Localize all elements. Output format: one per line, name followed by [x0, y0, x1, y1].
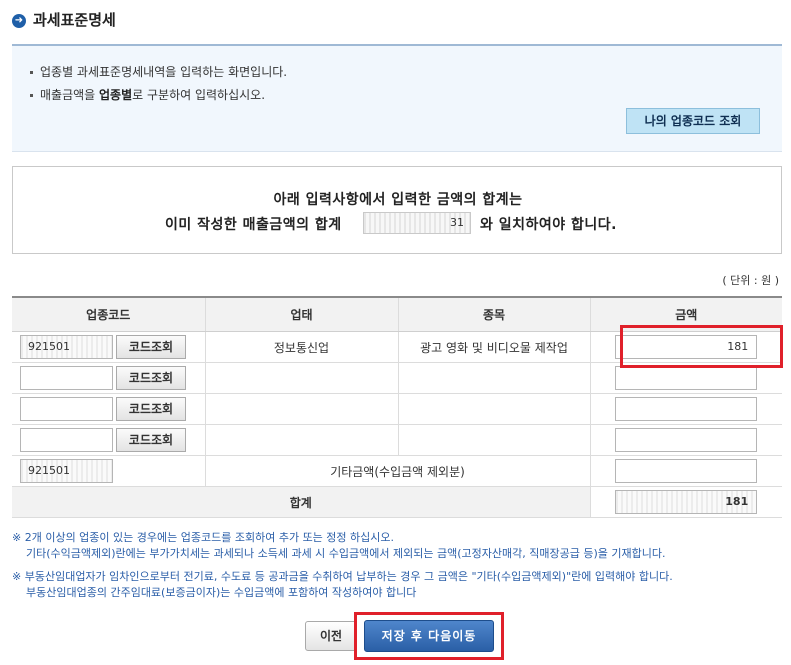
other-amount-row: 921501 기타금액(수입금액 제외분) [12, 455, 782, 487]
item-cell [397, 393, 590, 425]
code-lookup-button[interactable]: 코드조회 [116, 366, 186, 390]
amount-input[interactable] [615, 428, 758, 452]
table-row: 코드조회 [12, 393, 782, 425]
code-lookup-button[interactable]: 코드조회 [116, 428, 186, 452]
save-button-highlight-box [354, 612, 504, 660]
code-cell: 921501 [12, 455, 205, 487]
amount-cell: 181 [589, 486, 782, 518]
note-1-line-1: ※ 2개 이상의 업종이 있는 경우에는 업종코드를 조회하여 추가 또는 정정… [12, 531, 395, 544]
total-row: 합계 181 [12, 486, 782, 518]
other-amount-label: 기타금액(수입금액 제외분) [204, 455, 590, 487]
total-amount-field: 181 [615, 490, 758, 514]
amount-cell [589, 424, 782, 456]
amount-input[interactable] [615, 366, 758, 390]
header-item: 종목 [397, 297, 590, 332]
note-2-line-1: ※ 부동산임대업자가 임차인으로부터 전기료, 수도료 등 공과금을 수취하여 … [12, 570, 673, 583]
code-lookup-button[interactable]: 코드조회 [116, 397, 186, 421]
info-line-1: 업종별 과세표준명세내역을 입력하는 화면입니다. [30, 64, 287, 80]
item-cell [397, 362, 590, 394]
amount-highlight-box [620, 325, 783, 368]
amount-cell [589, 455, 782, 487]
my-industry-code-button[interactable]: 나의 업종코드 조회 [626, 108, 760, 134]
notice-box: 아래 입력사항에서 입력한 금액의 합계는 이미 작성한 매출금액의 합계 31… [12, 166, 782, 254]
amount-input[interactable] [615, 397, 758, 421]
header-industry-code: 업종코드 [12, 297, 205, 332]
code-lookup-button[interactable]: 코드조회 [116, 335, 186, 359]
info-line-2: 매출금액을 업종별로 구분하여 입력하십시오. [30, 87, 265, 103]
code-cell: 코드조회 [12, 424, 205, 456]
note-1-line-2: 기타(수익금액제외)란에는 부가가치세는 과세되나 소득세 과세 시 수입금액에… [26, 547, 666, 560]
item-cell: 광고 영화 및 비디오물 제작업 [397, 331, 590, 363]
industry-code-input[interactable]: 921501 [20, 335, 113, 359]
table-row: 코드조회 [12, 424, 782, 456]
note-2-line-2: 부동산임대업종의 간주임대료(보증금이자)는 수입금액에 포함하여 작성하여야 … [26, 586, 417, 599]
info-box: 업종별 과세표준명세내역을 입력하는 화면입니다. 매출금액을 업종별로 구분하… [12, 44, 782, 152]
business-type-cell [204, 393, 398, 425]
total-label: 합계 [12, 486, 590, 518]
page-title: 과세표준명세 [33, 11, 116, 29]
other-amount-input[interactable] [615, 459, 758, 483]
industry-code-input[interactable] [20, 397, 113, 421]
arrow-right-circle-icon: ➜ [12, 14, 26, 28]
business-type-cell [204, 424, 398, 456]
notice-line-2-post: 와 일치하여야 합니다. [480, 217, 617, 233]
code-cell: 코드조회 [12, 393, 205, 425]
code-cell: 921501 코드조회 [12, 331, 205, 363]
bullet-icon [30, 94, 33, 97]
sales-total-field: 31 [363, 212, 471, 234]
amount-cell [589, 393, 782, 425]
previous-button[interactable]: 이전 [305, 621, 357, 651]
business-type-cell [204, 362, 398, 394]
header-business-type: 업태 [204, 297, 398, 332]
code-cell: 코드조회 [12, 362, 205, 394]
industry-code-input[interactable] [20, 428, 113, 452]
other-code-field: 921501 [20, 459, 113, 483]
unit-label: ( 단위 : 원 ) [722, 274, 779, 287]
industry-code-input[interactable] [20, 366, 113, 390]
business-type-cell: 정보통신업 [204, 331, 398, 363]
notice-line-1: 아래 입력사항에서 입력한 금액의 합계는 [273, 192, 523, 208]
item-cell [397, 424, 590, 456]
notice-line-2-pre: 이미 작성한 매출금액의 합계 [165, 217, 342, 233]
bullet-icon [30, 71, 33, 74]
